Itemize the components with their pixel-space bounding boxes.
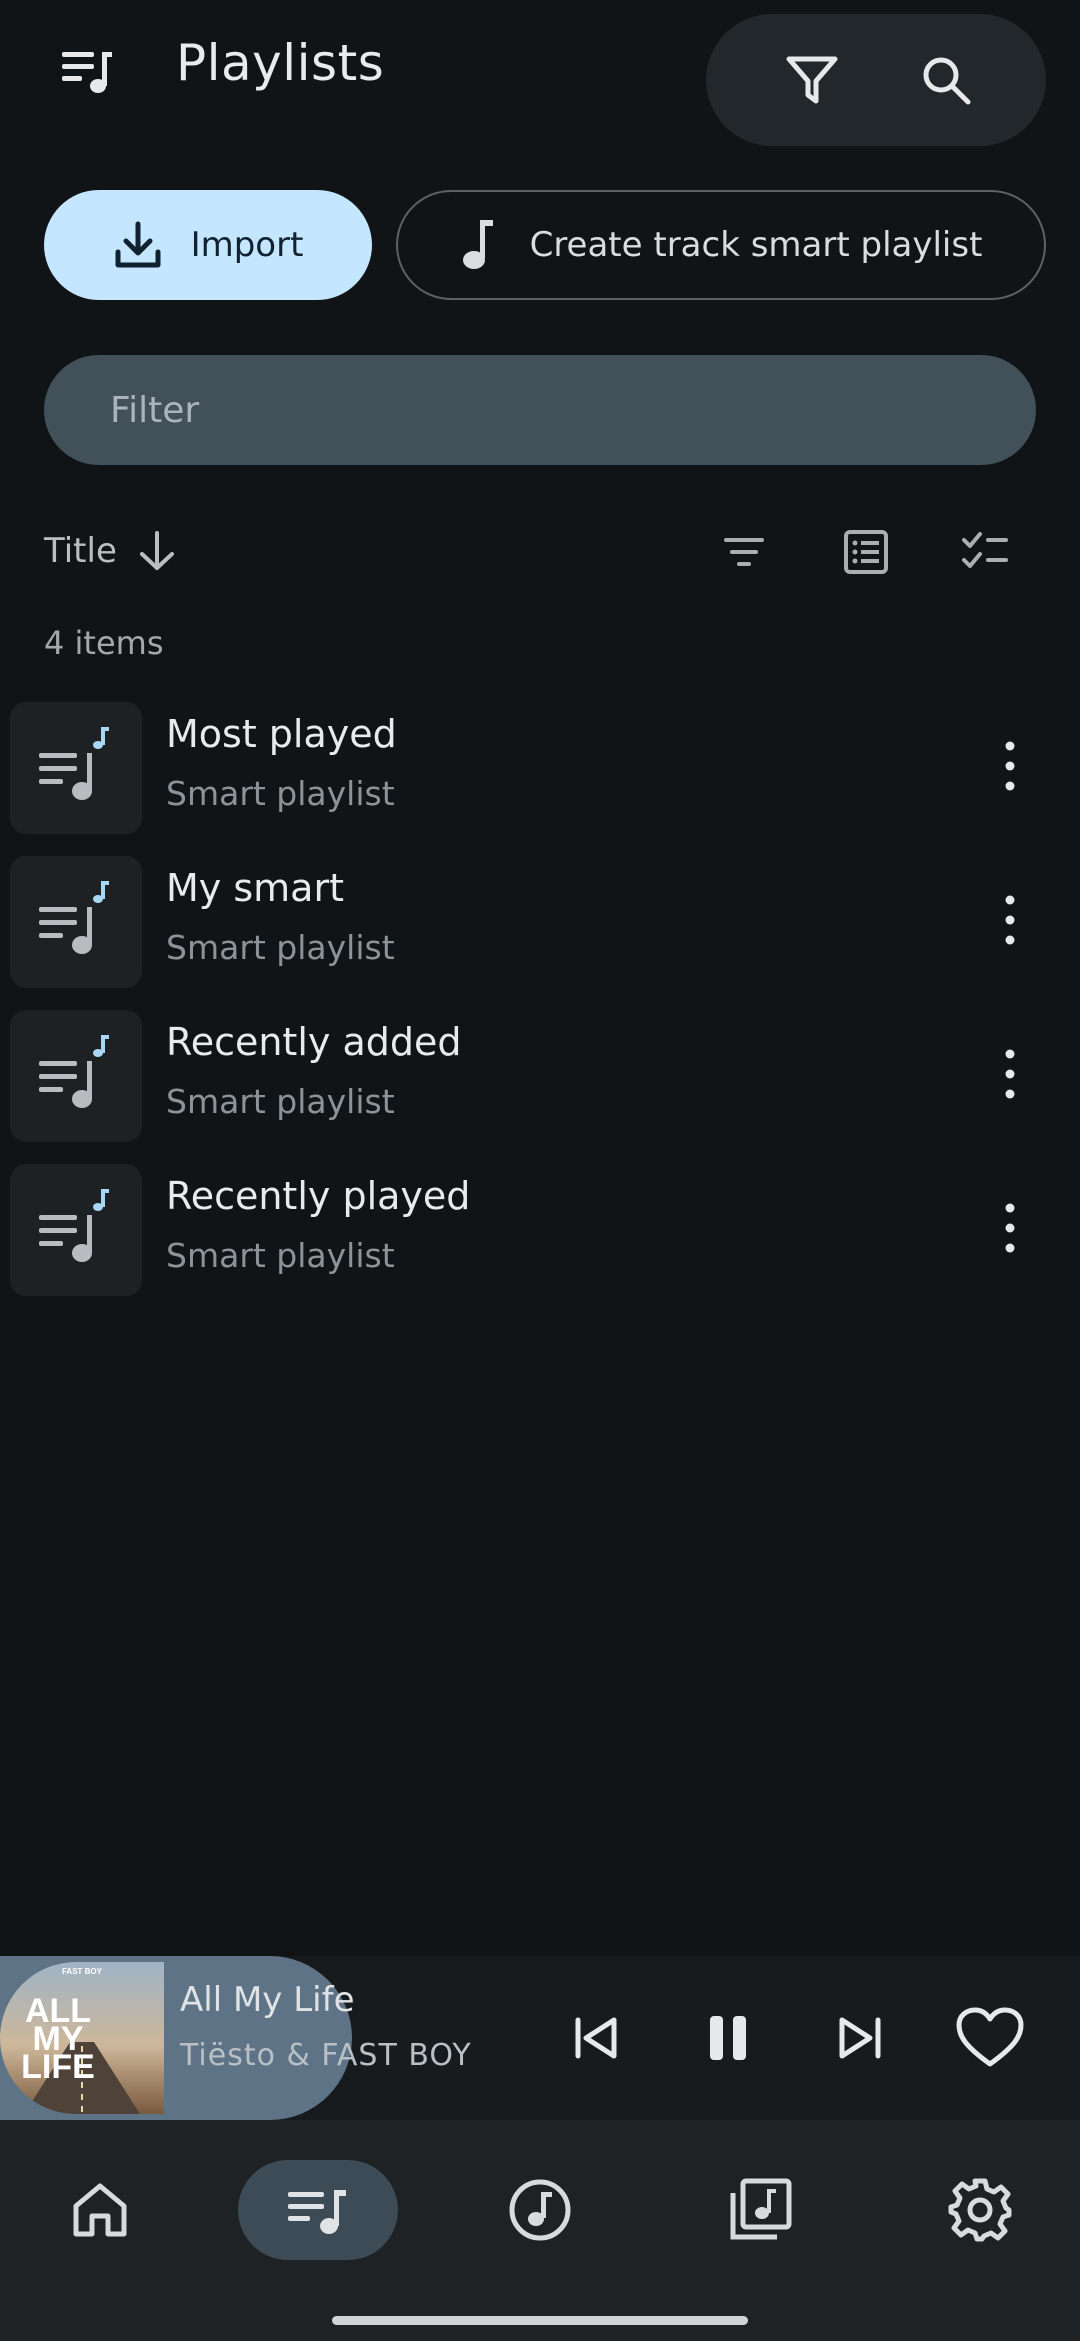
smart-playlist-icon <box>10 1010 142 1142</box>
mini-player[interactable]: FAST BOY ALL MY LIFE All My Life Tiësto … <box>0 1956 1080 2120</box>
smart-playlist-icon <box>10 1164 142 1296</box>
pause-icon[interactable] <box>688 1998 768 2078</box>
favorite-icon[interactable] <box>950 1998 1030 2078</box>
import-label: Import <box>190 225 304 265</box>
smart-playlist-icon <box>10 702 142 834</box>
list-item[interactable]: Most played Smart playlist <box>10 702 1070 842</box>
nav-settings[interactable] <box>900 2160 1060 2260</box>
item-subtitle: Smart playlist <box>166 1236 395 1275</box>
filter-placeholder: Filter <box>110 389 200 431</box>
more-vert-icon[interactable] <box>990 1044 1030 1104</box>
list-item[interactable]: Recently added Smart playlist <box>10 1010 1070 1150</box>
item-subtitle: Smart playlist <box>166 1082 395 1121</box>
filter-icon[interactable] <box>782 50 842 110</box>
item-title: My smart <box>166 866 344 910</box>
sort-label: Title <box>44 531 117 571</box>
list-item[interactable]: Recently played Smart playlist <box>10 1164 1070 1304</box>
album-library-icon <box>727 2177 793 2243</box>
gesture-home-indicator[interactable] <box>332 2316 748 2325</box>
nav-home[interactable] <box>20 2160 180 2260</box>
gear-icon <box>947 2177 1013 2243</box>
music-circle-icon <box>508 2178 572 2242</box>
sort-lines-icon[interactable] <box>718 526 770 578</box>
page-title: Playlists <box>176 34 385 92</box>
smart-playlist-icon <box>10 856 142 988</box>
music-note-icon <box>460 218 496 272</box>
sort-title-button[interactable]: Title <box>44 530 177 572</box>
filter-input[interactable]: Filter <box>44 355 1036 465</box>
nav-tracks[interactable] <box>460 2160 620 2260</box>
skip-previous-icon[interactable] <box>556 1998 636 2078</box>
search-icon[interactable] <box>916 50 976 110</box>
art-text-top: FAST BOY <box>62 1967 103 1976</box>
nav-albums[interactable] <box>680 2160 840 2260</box>
header-actions <box>706 14 1046 146</box>
select-checklist-icon[interactable] <box>960 526 1012 578</box>
create-label: Create track smart playlist <box>529 225 983 265</box>
list-item[interactable]: My smart Smart playlist <box>10 856 1070 996</box>
playlist-icon[interactable] <box>58 46 114 96</box>
art-text-line3: LIFE <box>21 2048 95 2086</box>
create-smart-playlist-button[interactable]: Create track smart playlist <box>396 190 1046 300</box>
playlist-icon <box>286 2182 350 2238</box>
bottom-navigation <box>0 2120 1080 2341</box>
list-view-icon[interactable] <box>840 526 892 578</box>
more-vert-icon[interactable] <box>990 1198 1030 1258</box>
nav-playlists[interactable] <box>238 2160 398 2260</box>
home-icon <box>70 2180 130 2240</box>
album-art: FAST BOY ALL MY LIFE <box>0 1962 164 2114</box>
more-vert-icon[interactable] <box>990 736 1030 796</box>
item-count: 4 items <box>44 624 164 662</box>
more-vert-icon[interactable] <box>990 890 1030 950</box>
item-title: Most played <box>166 712 397 756</box>
track-title: All My Life <box>180 1980 355 2020</box>
item-title: Recently played <box>166 1174 471 1218</box>
track-artist: Tiësto & FAST BOY <box>180 2038 472 2073</box>
item-subtitle: Smart playlist <box>166 928 395 967</box>
download-icon <box>113 220 163 270</box>
item-subtitle: Smart playlist <box>166 774 395 813</box>
arrow-down-icon <box>137 530 177 572</box>
skip-next-icon[interactable] <box>820 1998 900 2078</box>
item-title: Recently added <box>166 1020 462 1064</box>
import-button[interactable]: Import <box>44 190 372 300</box>
